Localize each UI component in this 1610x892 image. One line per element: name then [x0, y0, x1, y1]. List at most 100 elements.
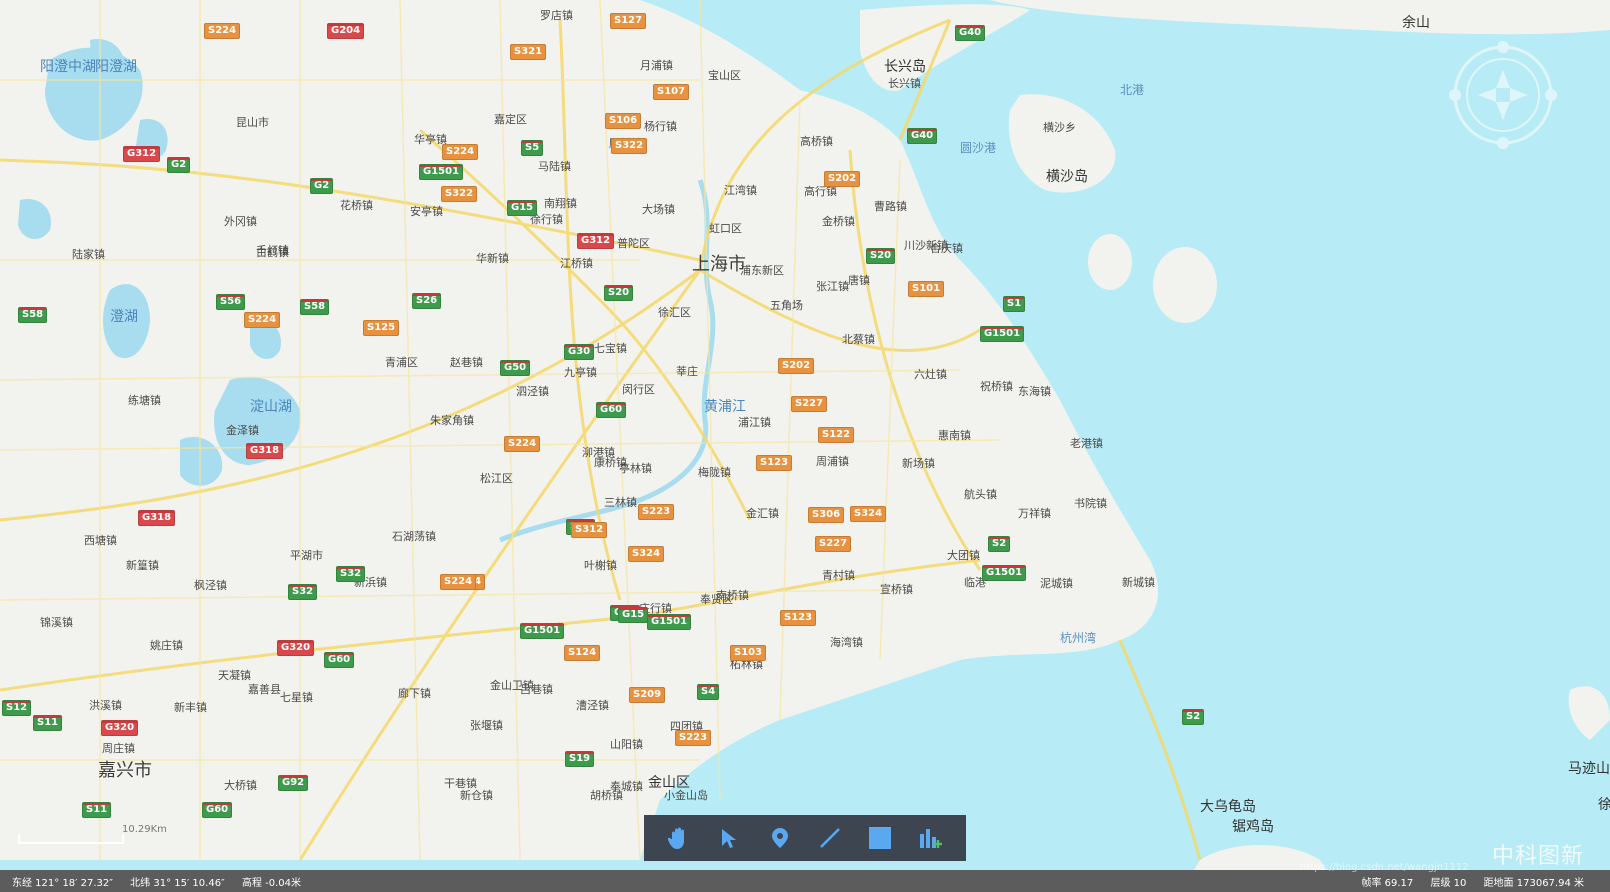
road-shield: S1: [1003, 296, 1026, 312]
place-label: 航头镇: [964, 488, 997, 501]
compass-east-icon[interactable]: [1545, 89, 1557, 101]
place-label: 叶榭镇: [584, 559, 617, 572]
place-label: 普陀区: [617, 237, 650, 250]
status-bar: 东经 121° 18′ 27.32″ 北纬 31° 15′ 10.46″ 高程 …: [0, 870, 1610, 892]
compass-west-icon[interactable]: [1449, 89, 1461, 101]
road-shield: S312: [571, 522, 608, 538]
road-shield: S11: [33, 715, 63, 731]
road-shield: S56: [216, 294, 246, 310]
road-shield: G50: [500, 360, 531, 376]
place-label: 六灶镇: [914, 368, 947, 381]
place-label: 康桥镇: [594, 456, 627, 469]
road-shield: S107: [653, 84, 690, 100]
place-label: 南桥镇: [716, 589, 749, 602]
compass-arrow-left-icon[interactable]: [1478, 88, 1496, 102]
navigation-compass[interactable]: [1448, 40, 1558, 150]
chart-tool-button[interactable]: [916, 823, 946, 853]
place-label: 梅陇镇: [698, 466, 731, 479]
place-label: 三林镇: [604, 496, 637, 509]
compass-south-icon[interactable]: [1497, 137, 1509, 149]
road-shield: G1501: [419, 164, 464, 180]
road-shield: S123: [780, 610, 817, 626]
place-label: 天凝镇: [218, 669, 251, 682]
road-shield: S124: [564, 645, 601, 661]
road-shield: G1501: [980, 326, 1025, 342]
place-label: 金桥镇: [822, 215, 855, 228]
road-shield: S224: [440, 574, 477, 590]
place-label: 万祥镇: [1018, 507, 1051, 520]
place-label: 马迹山: [1568, 761, 1610, 777]
place-label: 张江镇: [816, 280, 849, 293]
road-shield: S2: [988, 536, 1011, 552]
place-label: 惠南镇: [938, 429, 971, 442]
place-label: 横沙岛: [1046, 169, 1088, 185]
chart-add-icon: [919, 829, 942, 848]
road-shield: G1501: [982, 565, 1027, 581]
road-shield: G60: [202, 802, 233, 818]
status-left: 东经 121° 18′ 27.32″ 北纬 31° 15′ 10.46″ 高程 …: [12, 874, 315, 889]
road-shield: G2: [310, 178, 334, 194]
place-label: 山阳镇: [610, 738, 643, 751]
place-label: 新丰镇: [174, 701, 207, 714]
place-label: 淀山湖: [250, 399, 292, 415]
compass-arrow-right-icon[interactable]: [1510, 88, 1528, 102]
marker-tool-button[interactable]: [765, 823, 795, 853]
pan-tool-button[interactable]: [664, 823, 694, 853]
latitude-readout: 北纬 31° 15′ 10.46″: [130, 877, 225, 889]
place-label: 七星镇: [280, 691, 313, 704]
place-label: 七宝镇: [594, 342, 627, 355]
place-label: 书院镇: [1074, 497, 1107, 510]
place-label: 黄浦江: [704, 399, 746, 415]
place-label: 横沙乡: [1043, 121, 1076, 134]
road-shield: S26: [412, 293, 442, 309]
road-shield: S322: [611, 138, 648, 154]
road-shield: S202: [824, 171, 861, 187]
road-shield: S224: [204, 23, 241, 39]
map-canvas[interactable]: [0, 0, 1610, 892]
road-shield: S324: [628, 546, 665, 562]
road-shield: G320: [101, 720, 139, 736]
road-shield: S32: [336, 566, 366, 582]
shoal-2: [1153, 247, 1217, 323]
place-label: 胡桥镇: [590, 789, 623, 802]
road-shield: G92: [278, 775, 309, 791]
place-label: 平湖市: [290, 549, 323, 562]
road-shield: S4: [697, 684, 720, 700]
road-shield: G30: [564, 344, 595, 360]
scale-text: 10.29Km: [122, 824, 167, 835]
place-label: 石湖荡镇: [392, 530, 436, 543]
compass-north-icon[interactable]: [1497, 41, 1509, 53]
road-shield: G60: [596, 402, 627, 418]
road-shield: S209: [629, 687, 666, 703]
distance-readout: 距地面 173067.94 米: [1483, 877, 1584, 889]
place-label: 新场镇: [902, 457, 935, 470]
place-label: 唐镇: [848, 274, 870, 287]
place-label: 花桥镇: [340, 199, 373, 212]
place-label: 漕泾镇: [576, 699, 609, 712]
place-label: 赵巷镇: [450, 356, 483, 369]
place-label: 浦东新区: [740, 264, 784, 277]
road-shield: G1501: [520, 623, 565, 639]
watermark-url: https://blog.csdn.net/wangjn1112: [1300, 862, 1469, 873]
compass-arrow-down-icon[interactable]: [1496, 102, 1510, 120]
line-tool-button[interactable]: [815, 823, 845, 853]
road-shield: S2: [1182, 709, 1205, 725]
road-shield: S227: [815, 536, 852, 552]
place-label: 廊下镇: [398, 687, 431, 700]
place-label: 吕巷镇: [520, 683, 553, 696]
place-label: 长兴镇: [888, 77, 921, 90]
place-label: 五角场: [770, 299, 803, 312]
place-label: 曹路镇: [874, 200, 907, 213]
place-label: 徐汇区: [658, 306, 691, 319]
status-right: 帧率 69.17 层级 10 距地面 173067.94 米: [1361, 874, 1598, 889]
compass-arrow-up-icon[interactable]: [1496, 70, 1510, 88]
shoal-1: [1088, 234, 1132, 290]
watermark-text: 中科图新: [1492, 844, 1585, 869]
road-shield: G1501: [647, 614, 692, 630]
select-tool-button[interactable]: [714, 823, 744, 853]
longitude-readout: 东经 121° 18′ 27.32″: [12, 877, 113, 889]
place-label: 嘉善县: [248, 683, 281, 696]
place-label: 陆家镇: [72, 248, 105, 261]
place-label: 东海镇: [1018, 385, 1051, 398]
polygon-tool-button[interactable]: [865, 823, 895, 853]
